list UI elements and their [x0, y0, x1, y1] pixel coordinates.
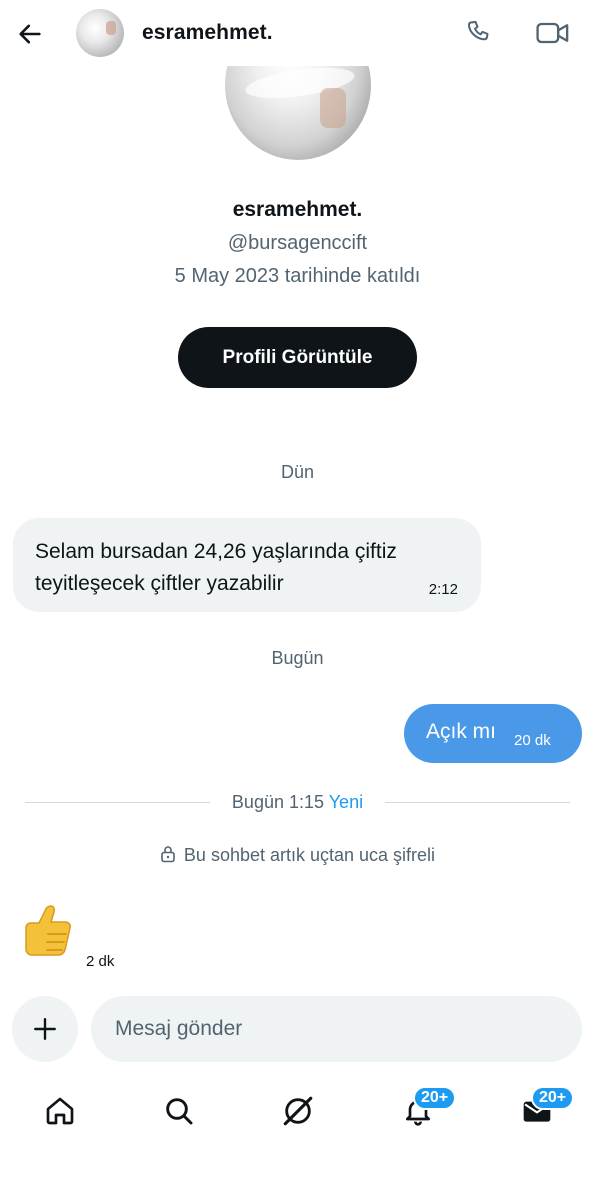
grok-icon: [283, 1096, 313, 1126]
header-avatar[interactable]: [76, 9, 124, 57]
reaction-time: 2 dk: [86, 953, 115, 970]
lock-icon: [161, 846, 175, 863]
phone-icon: [468, 20, 489, 41]
outgoing-message-time: 20 dk: [514, 732, 551, 749]
profile-name: esramehmet.: [232, 198, 363, 221]
back-button[interactable]: [14, 18, 46, 50]
thumbs-up-icon: [25, 905, 71, 956]
encryption-notice: Bu sohbet artık uçtan uca şifreli: [0, 845, 595, 866]
nav-search[interactable]: [149, 1088, 209, 1134]
divider-new-label: Yeni: [328, 792, 364, 812]
call-button[interactable]: [462, 16, 496, 50]
notifications-badge: 20+: [413, 1086, 457, 1110]
profile-joined-date: 5 May 2023 tarihinde katıldı: [174, 265, 421, 287]
chat-header: esramehmet.: [0, 0, 595, 66]
outgoing-message-text: Açık mı: [426, 720, 497, 743]
video-call-button[interactable]: [534, 16, 572, 50]
divider-line-right: [385, 802, 570, 803]
messages-badge: 20+: [531, 1086, 575, 1110]
home-icon: [46, 1097, 74, 1125]
thumbs-up-reaction[interactable]: [18, 900, 76, 962]
add-attachment-button[interactable]: [12, 996, 78, 1062]
nav-grok[interactable]: [268, 1088, 328, 1134]
message-input[interactable]: [91, 996, 582, 1062]
outgoing-message-bubble[interactable]: Açık mı 20 dk: [404, 704, 582, 763]
view-profile-button[interactable]: Profili Görüntüle: [178, 327, 417, 388]
video-camera-icon: [536, 22, 569, 44]
day-separator-yesterday: Dün: [280, 462, 315, 482]
divider-time: Bugün 1:15: [231, 792, 325, 812]
header-username[interactable]: esramehmet.: [142, 21, 273, 45]
encryption-text: Bu sohbet artık uçtan uca şifreli: [183, 845, 436, 865]
incoming-message-bubble[interactable]: Selam bursadan 24,26 yaşlarında çiftiz t…: [13, 518, 481, 612]
incoming-message-text: Selam bursadan 24,26 yaşlarında çiftiz t…: [35, 540, 397, 595]
new-messages-divider: Bugün 1:15 Yeni: [25, 790, 570, 814]
plus-icon: [34, 1018, 56, 1040]
back-arrow-icon: [19, 24, 41, 44]
profile-handle: @bursagenccift: [227, 232, 368, 254]
search-icon: [166, 1098, 193, 1125]
day-separator-today: Bugün: [271, 648, 324, 668]
incoming-message-time: 2:12: [428, 581, 458, 598]
bottom-navigation: 20+ 20+: [0, 1076, 595, 1200]
nav-home[interactable]: [30, 1088, 90, 1134]
